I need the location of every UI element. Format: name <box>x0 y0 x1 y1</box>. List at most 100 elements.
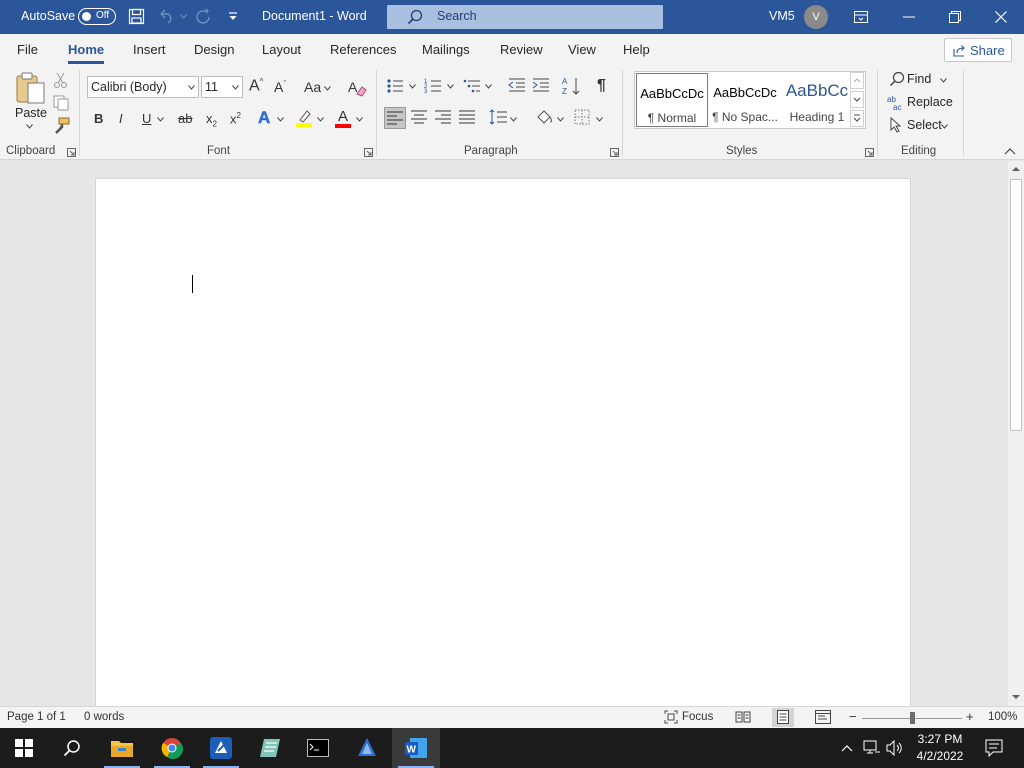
highlight-icon[interactable] <box>295 108 315 128</box>
decrease-indent-icon[interactable] <box>508 78 528 98</box>
bold-button[interactable]: B <box>94 111 103 126</box>
style-no-spacing[interactable]: AaBbCcDc ¶ No Spac... <box>709 73 781 127</box>
user-name[interactable]: VM5 <box>769 9 795 23</box>
borders-dropdown-icon[interactable] <box>596 117 603 122</box>
tab-design[interactable]: Design <box>194 42 234 57</box>
italic-button[interactable]: I <box>119 111 123 126</box>
close-button[interactable] <box>978 0 1024 34</box>
tab-help[interactable]: Help <box>623 42 650 57</box>
align-left-button[interactable] <box>384 107 406 129</box>
scroll-down-icon[interactable] <box>1011 693 1021 701</box>
bullets-dropdown-icon[interactable] <box>409 84 416 89</box>
tab-file[interactable]: File <box>17 42 38 57</box>
style-normal[interactable]: AaBbCcDc ¶ Normal <box>636 73 708 127</box>
taskbar-chrome[interactable] <box>148 728 196 768</box>
focus-icon[interactable] <box>664 710 678 724</box>
volume-tray[interactable] <box>884 728 906 768</box>
multilevel-list-icon[interactable] <box>463 78 483 98</box>
increase-indent-icon[interactable] <box>532 78 552 98</box>
share-button[interactable]: Share <box>944 38 1012 62</box>
print-layout-button[interactable] <box>772 708 794 727</box>
scrollbar-thumb[interactable] <box>1010 179 1022 431</box>
paste-icon[interactable] <box>14 71 48 105</box>
tab-references[interactable]: References <box>330 42 396 57</box>
redo-icon[interactable] <box>195 8 213 26</box>
word-count[interactable]: 0 words <box>84 711 124 723</box>
minimize-button[interactable] <box>886 0 932 34</box>
tab-home[interactable]: Home <box>68 42 105 64</box>
strikethrough-button[interactable]: ab <box>178 111 192 126</box>
show-hidden-icons[interactable] <box>838 728 856 768</box>
copy-icon[interactable] <box>52 94 72 114</box>
style-heading-1[interactable]: AaBbCc Heading 1 <box>781 73 853 127</box>
gallery-scroll-up-button[interactable] <box>850 72 864 89</box>
vertical-scrollbar[interactable] <box>1008 161 1024 706</box>
taskbar-app[interactable] <box>197 728 245 768</box>
subscript-button[interactable]: x2 <box>206 111 217 129</box>
shrink-font-button[interactable]: Aˇ <box>274 79 286 95</box>
numbering-icon[interactable]: 123 <box>424 78 444 98</box>
tab-layout[interactable]: Layout <box>262 42 301 57</box>
notifications-button[interactable] <box>980 728 1008 768</box>
cut-icon[interactable] <box>52 71 72 91</box>
taskbar-terminal[interactable] <box>294 728 342 768</box>
find-button[interactable]: Find <box>889 70 949 90</box>
taskbar-app[interactable] <box>246 728 294 768</box>
font-launcher-icon[interactable] <box>364 148 373 157</box>
highlight-dropdown-icon[interactable] <box>317 117 324 122</box>
show-hide-marks-icon[interactable]: ¶ <box>597 77 606 95</box>
font-size-combo[interactable]: 11 <box>201 76 243 98</box>
change-case-button[interactable]: Aa <box>304 79 321 95</box>
customize-toolbar-icon[interactable] <box>228 12 238 22</box>
bullets-icon[interactable] <box>386 78 406 98</box>
text-effects-dropdown-icon[interactable] <box>277 117 284 122</box>
text-effects-button[interactable]: A <box>258 108 271 128</box>
format-painter-icon[interactable] <box>52 117 72 137</box>
shading-dropdown-icon[interactable] <box>557 117 564 122</box>
start-button[interactable] <box>0 728 48 768</box>
autosave-toggle[interactable]: Off <box>78 8 116 25</box>
grow-font-button[interactable]: A^ <box>249 77 263 95</box>
underline-button[interactable]: U <box>142 111 151 126</box>
read-mode-icon[interactable] <box>735 710 751 724</box>
line-spacing-dropdown-icon[interactable] <box>510 117 517 122</box>
network-tray[interactable] <box>861 728 883 768</box>
collapse-ribbon-icon[interactable] <box>1004 147 1016 155</box>
align-right-icon[interactable] <box>435 110 455 130</box>
tab-review[interactable]: Review <box>500 42 543 57</box>
shading-icon[interactable] <box>535 108 555 128</box>
multilevel-dropdown-icon[interactable] <box>485 84 492 89</box>
underline-dropdown-icon[interactable] <box>157 117 164 122</box>
paste-label[interactable]: Paste <box>15 106 47 120</box>
taskbar-word[interactable]: W <box>392 728 440 768</box>
tab-view[interactable]: View <box>568 42 596 57</box>
save-icon[interactable] <box>128 8 145 25</box>
taskbar-app[interactable] <box>343 728 391 768</box>
clock[interactable]: 3:27 PM 4/2/2022 <box>908 731 972 765</box>
select-button[interactable]: Select <box>889 116 953 136</box>
zoom-out-button[interactable]: − <box>849 709 857 724</box>
undo-dropdown-icon[interactable] <box>180 14 187 19</box>
restore-button[interactable] <box>932 0 978 34</box>
taskbar-file-explorer[interactable] <box>98 728 146 768</box>
font-color-dropdown-icon[interactable] <box>356 117 363 122</box>
numbering-dropdown-icon[interactable] <box>447 84 454 89</box>
paragraph-launcher-icon[interactable] <box>610 148 619 157</box>
paste-dropdown-icon[interactable] <box>26 124 33 129</box>
undo-icon[interactable] <box>157 8 175 24</box>
justify-icon[interactable] <box>459 110 479 130</box>
styles-launcher-icon[interactable] <box>865 148 874 157</box>
align-center-icon[interactable] <box>411 110 431 130</box>
web-layout-icon[interactable] <box>815 710 831 724</box>
borders-icon[interactable] <box>574 109 594 129</box>
document-page[interactable] <box>95 178 911 706</box>
search-box[interactable]: Search <box>387 5 663 29</box>
zoom-in-button[interactable]: + <box>966 709 974 724</box>
avatar[interactable]: V <box>804 5 828 29</box>
focus-label[interactable]: Focus <box>682 711 713 723</box>
change-case-dropdown-icon[interactable] <box>324 86 331 91</box>
clipboard-launcher-icon[interactable] <box>67 148 76 157</box>
sort-icon[interactable]: AZ <box>562 76 582 96</box>
font-color-button[interactable]: A <box>335 108 351 128</box>
gallery-more-button[interactable] <box>850 110 864 127</box>
